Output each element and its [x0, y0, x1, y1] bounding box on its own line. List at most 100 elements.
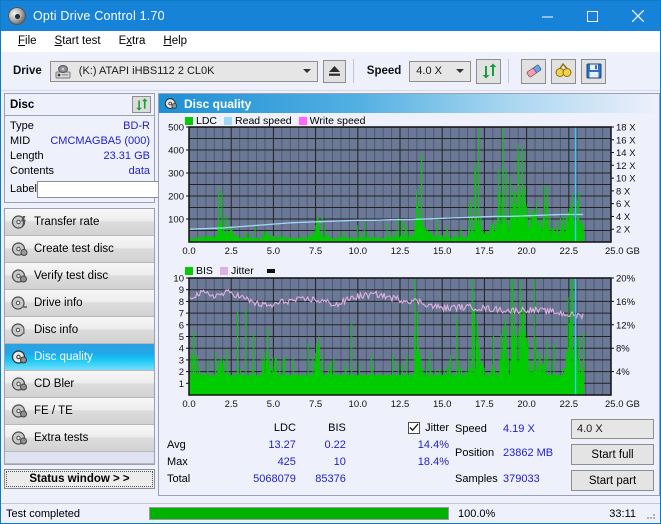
menu-start-test[interactable]: Start test [46, 31, 110, 52]
disc-mid-label: MID [10, 134, 31, 147]
legend-swatch-read-speed [224, 117, 233, 125]
svg-text:7.5: 7.5 [309, 246, 322, 257]
stats-total-bis: 85376 [315, 472, 346, 485]
eraser-button[interactable] [521, 58, 547, 84]
position-row: Position 23862 MB Start full [455, 441, 659, 465]
disc-refresh-button[interactable] [132, 96, 151, 113]
drive-select[interactable]: (K:) ATAPI iHBS112 2 CL0K [49, 60, 318, 82]
refresh-icon [482, 63, 497, 79]
svg-text:2.5: 2.5 [225, 246, 238, 257]
toolbar-divider-2 [508, 59, 510, 83]
disc-info-rows: Type BD-R MID CMCMAGBA5 (000) Length 23.… [5, 116, 240, 202]
stats-max-ldc: 425 [277, 455, 296, 468]
svg-text:8%: 8% [616, 344, 630, 355]
speed-select[interactable]: 4.0 X [409, 60, 472, 82]
svg-text:5: 5 [179, 332, 184, 343]
app-disc-icon [8, 7, 26, 25]
toolbar-divider-1 [352, 59, 354, 83]
glasses-icon [555, 63, 572, 77]
sidebar-item-create-test-disc[interactable]: Create test disc [5, 236, 154, 263]
svg-text:16 X: 16 X [616, 135, 636, 146]
menu-help[interactable]: Help [154, 31, 196, 52]
sidebar-item-drive-info[interactable]: Drive info [5, 290, 154, 317]
glasses-button[interactable] [551, 58, 577, 84]
disc-panel-title: Disc [10, 98, 35, 111]
stats-col-ldc: LDC [273, 421, 296, 434]
sidebar-label: Disc info [34, 324, 79, 336]
eject-button[interactable] [322, 59, 346, 83]
minimize-icon[interactable] [525, 1, 570, 31]
disc-type-value: BD-R [123, 119, 150, 132]
legend-item-jitter: Jitter [219, 265, 254, 277]
sidebar-label: FE / TE [34, 405, 73, 417]
legend-swatch-write-speed [298, 117, 307, 125]
window-controls [525, 1, 660, 31]
result-speed-value: 4.0 X [577, 423, 603, 435]
disc-length-value: 23.31 GB [103, 149, 150, 162]
stats-table: LDC BIS Jitter Avg 13.27 0.22 14.4% Max … [159, 419, 449, 495]
nav-list: Transfer rate Create test disc Verify te… [4, 208, 155, 465]
sidebar-item-transfer-rate[interactable]: Transfer rate [5, 209, 154, 236]
svg-text:5.0: 5.0 [267, 399, 280, 410]
panel-title: Disc quality [184, 96, 252, 111]
disc-row-length: Length 23.31 GB [10, 148, 150, 163]
refresh-button[interactable] [476, 58, 502, 84]
svg-text:4 X: 4 X [616, 212, 631, 223]
drive-icon [55, 64, 71, 78]
save-button[interactable] [581, 58, 607, 84]
sidebar-item-disc-quality[interactable]: Disc quality [5, 344, 154, 371]
svg-text:15.0: 15.0 [433, 399, 452, 410]
sidebar-label: Verify test disc [34, 270, 109, 282]
svg-text:10: 10 [173, 274, 184, 285]
drive-value: (K:) ATAPI iHBS112 2 CL0K [78, 65, 215, 77]
sidebar-label: Extra tests [34, 432, 89, 444]
svg-text:12.5: 12.5 [391, 399, 410, 410]
sidebar-item-extra-tests[interactable]: Extra tests [5, 425, 154, 452]
svg-text:7: 7 [179, 309, 184, 320]
stats-max-bis: 10 [333, 455, 346, 468]
disc-transfer-icon [11, 215, 26, 229]
drive-info-icon [11, 296, 27, 310]
maximize-icon[interactable] [570, 1, 615, 31]
menu-file[interactable]: File [9, 31, 46, 52]
svg-text:3: 3 [179, 355, 184, 366]
status-window-button[interactable]: Status window > > [4, 469, 155, 489]
jitter-checkbox[interactable] [408, 421, 421, 434]
speed-row: Speed 4.19 X 4.0 X [455, 419, 659, 439]
disc-panel: Disc Type BD-R MID CMCMAGBA5 (000) Lengt… [4, 93, 240, 203]
right-content: Disc quality LDC Read speed Write speed … [158, 91, 660, 496]
sidebar-item-disc-info[interactable]: Disc info [5, 317, 154, 344]
menu-extra[interactable]: Extra [110, 31, 155, 52]
cd-bler-icon [11, 377, 27, 391]
disc-quality-icon [164, 98, 178, 109]
sidebar-item-cd-bler[interactable]: CD Bler [5, 371, 154, 398]
disc-row-contents: Contents data [10, 163, 150, 178]
position-value: 23862 MB [503, 447, 554, 459]
svg-text:9: 9 [179, 285, 184, 296]
start-full-button[interactable]: Start full [571, 444, 654, 465]
sidebar-label: Drive info [34, 297, 83, 309]
svg-text:1: 1 [179, 379, 184, 390]
chevron-down-icon [302, 69, 311, 73]
result-speed-select[interactable]: 4.0 X [571, 419, 654, 439]
stats-max-jitter: 18.4% [417, 455, 449, 468]
fe-te-icon [11, 404, 27, 418]
refresh-icon [136, 98, 148, 111]
close-icon[interactable] [615, 1, 660, 31]
svg-text:22.5: 22.5 [560, 399, 579, 410]
stats-total-ldc: 5068079 [253, 472, 296, 485]
svg-text:6: 6 [179, 320, 184, 331]
svg-text:22.5: 22.5 [560, 246, 579, 257]
resize-grip-icon[interactable] [645, 509, 657, 521]
progress-fill [150, 508, 448, 519]
svg-text:20%: 20% [616, 274, 636, 285]
start-part-button[interactable]: Start part [571, 470, 654, 491]
stats-col-bis: BIS [328, 421, 346, 434]
disc-verify-icon [11, 269, 27, 283]
stats-row-max: Max 425 10 18.4% [167, 453, 449, 470]
sidebar-label: Disc quality [34, 351, 93, 363]
sidebar-item-verify-test-disc[interactable]: Verify test disc [5, 263, 154, 290]
disc-create-icon [11, 242, 28, 256]
extra-tests-icon [11, 431, 27, 445]
sidebar-item-fe-te[interactable]: FE / TE [5, 398, 154, 425]
